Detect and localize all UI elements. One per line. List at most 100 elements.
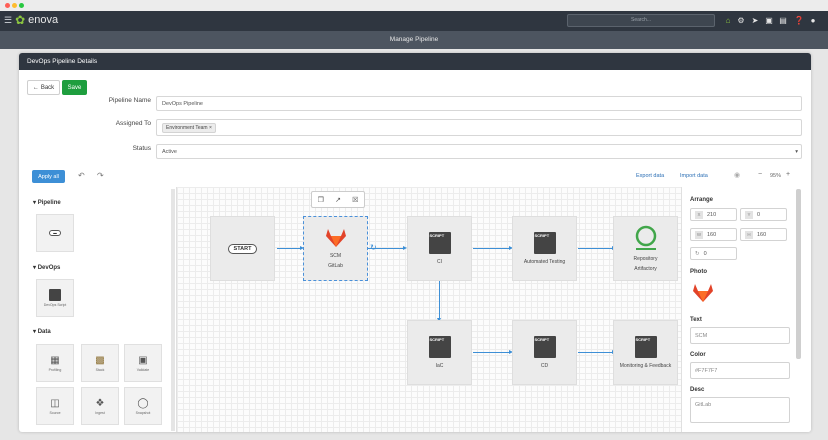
color-input[interactable]: #F7F7F7 <box>690 362 790 379</box>
gitlab-icon <box>325 229 346 247</box>
arrow-left-icon: ← <box>32 84 39 91</box>
palette-item-source[interactable]: ◫ Source <box>36 387 74 425</box>
gitlab-photo-icon[interactable] <box>692 283 714 303</box>
palette-group-pipeline[interactable]: ▾ Pipeline <box>33 199 61 206</box>
edge-testing-repo[interactable] <box>578 248 612 250</box>
edge-ci-iac[interactable] <box>439 281 441 319</box>
validate-icon: ▣ <box>138 354 148 366</box>
desc-textarea[interactable]: GitLab <box>690 397 790 423</box>
node-automated-testing[interactable]: SCRIPT Automated Testing <box>512 216 577 281</box>
app-name: enova <box>28 14 59 26</box>
palette-group-data[interactable]: ▾ Data <box>33 328 51 335</box>
assigned-tag: Environment Team × <box>162 122 216 133</box>
y-input[interactable]: Y0 <box>740 208 787 221</box>
script-doc-icon: SCRIPT <box>428 232 451 254</box>
desc-heading: Desc <box>690 387 705 393</box>
properties-scrollbar[interactable] <box>796 189 801 359</box>
user-icon[interactable]: ● <box>808 14 818 26</box>
height-input[interactable]: H 160 <box>740 228 787 241</box>
node-toolbar: ❐ ↗ ☒ <box>311 191 365 208</box>
rotate-handle-icon[interactable]: ↻ <box>370 243 377 252</box>
export-data-link[interactable]: Export data <box>636 173 664 179</box>
node-cd[interactable]: SCRIPT CD <box>512 320 577 385</box>
pipeline-card: DevOps Pipeline Details ← Back Save Pipel… <box>19 53 811 432</box>
palette-item-validate[interactable]: ▣ Validate <box>124 344 162 382</box>
ingest-icon: ❖ <box>95 397 105 409</box>
arrange-heading: Arrange <box>690 197 714 203</box>
palette-item-start[interactable]: ▬ <box>36 214 74 252</box>
node-monitoring-feedback[interactable]: SCRIPT Monitoring & Feedback <box>613 320 678 385</box>
palette-group-devops[interactable]: ▾ DevOps <box>33 264 60 271</box>
palette-item-devops-script[interactable]: DevOps Script <box>36 279 74 317</box>
photo-heading: Photo <box>690 269 707 275</box>
assigned-to-label: Assigned To <box>115 120 151 127</box>
maximize-dot-icon[interactable] <box>19 3 24 8</box>
settings-icon[interactable]: ⚙ <box>736 14 746 26</box>
node-repository[interactable]: Repository Artifactory <box>613 216 678 281</box>
hamburger-icon[interactable]: ☰ <box>4 15 12 26</box>
window-titlebar <box>0 0 828 11</box>
node-start[interactable]: START <box>210 216 275 281</box>
node-scm[interactable]: SCM GitLab <box>303 216 368 281</box>
minimize-dot-icon[interactable] <box>12 3 17 8</box>
edge-start-scm[interactable] <box>277 248 301 250</box>
leaf-logo-icon: ✿ <box>15 13 26 27</box>
rocket-icon[interactable]: ➤ <box>750 14 760 26</box>
rotation-input[interactable]: ↻ 0 <box>690 247 737 260</box>
zoom-in-button[interactable]: + <box>786 171 790 178</box>
back-button[interactable]: ← Back <box>27 80 60 95</box>
artifactory-icon <box>635 225 656 250</box>
palette-item-profiling[interactable]: ▦ Profiling <box>36 344 74 382</box>
card-title: DevOps Pipeline Details <box>19 53 811 70</box>
status-select[interactable]: Active ▾ <box>156 144 802 159</box>
diagram-canvas[interactable]: START SCM GitLab ❐ ↗ ☒ ↻ SCRIPT CI SCRIPT … <box>177 187 681 432</box>
text-input[interactable]: SCM <box>690 327 790 344</box>
palette-item-stack[interactable]: ▩ Stack <box>81 344 119 382</box>
source-icon: ◫ <box>50 397 60 409</box>
node-ci[interactable]: SCRIPT CI <box>407 216 472 281</box>
connect-icon[interactable]: ↗ <box>335 196 341 204</box>
status-label: Status <box>132 145 151 152</box>
eye-icon[interactable]: ◉ <box>734 171 740 179</box>
home-icon[interactable]: ⌂ <box>723 14 733 26</box>
trash-icon[interactable]: ☒ <box>352 196 358 204</box>
width-input[interactable]: W 160 <box>690 228 737 241</box>
edge-ci-testing[interactable] <box>473 248 509 250</box>
pipeline-name-input[interactable]: DevOps Pipeline <box>156 96 802 111</box>
import-data-link[interactable]: Import data <box>680 173 708 179</box>
edge-cd-monitoring[interactable] <box>578 352 612 354</box>
search-input[interactable]: Search... <box>567 14 715 27</box>
cart-icon[interactable]: ▤ <box>778 14 788 26</box>
zoom-level: 95% <box>770 173 782 179</box>
script-doc-icon <box>49 289 61 301</box>
zoom-out-button[interactable]: − <box>758 171 762 178</box>
script-doc-icon: SCRIPT <box>533 232 556 254</box>
apply-all-button[interactable]: Apply all <box>32 170 65 183</box>
start-badge: START <box>227 243 258 254</box>
help-icon[interactable]: ❓ <box>794 14 804 26</box>
script-doc-icon: SCRIPT <box>428 336 451 358</box>
page-title: Manage Pipeline <box>0 31 828 49</box>
monitor-icon[interactable]: ▣ <box>764 14 774 26</box>
palette-item-snapshot[interactable]: ◯ Snapshot <box>124 387 162 425</box>
script-doc-icon: SCRIPT <box>634 336 657 358</box>
copy-icon[interactable]: ❐ <box>318 196 324 204</box>
remove-tag-icon[interactable]: × <box>209 125 212 131</box>
stack-icon: ▩ <box>95 354 105 366</box>
text-heading: Text <box>690 317 702 323</box>
assigned-to-input[interactable]: Environment Team × <box>156 119 802 136</box>
undo-icon[interactable]: ↶ <box>78 171 85 180</box>
redo-icon[interactable]: ↷ <box>97 171 104 180</box>
save-button[interactable]: Save <box>62 80 87 95</box>
color-heading: Color <box>690 352 706 358</box>
close-dot-icon[interactable] <box>5 3 10 8</box>
script-doc-icon: SCRIPT <box>533 336 556 358</box>
profiling-icon: ▦ <box>50 354 60 366</box>
palette-item-ingest[interactable]: ❖ Ingest <box>81 387 119 425</box>
app-logo[interactable]: ☰ ✿ enova <box>4 14 58 26</box>
node-iac[interactable]: SCRIPT IaC <box>407 320 472 385</box>
shape-palette: ▾ Pipeline ▬ ▾ DevOps DevOps Script ▾ Da… <box>19 187 177 432</box>
edge-iac-cd[interactable] <box>473 352 509 354</box>
x-input[interactable]: X 210 <box>690 208 737 221</box>
palette-scrollbar[interactable] <box>171 189 175 431</box>
